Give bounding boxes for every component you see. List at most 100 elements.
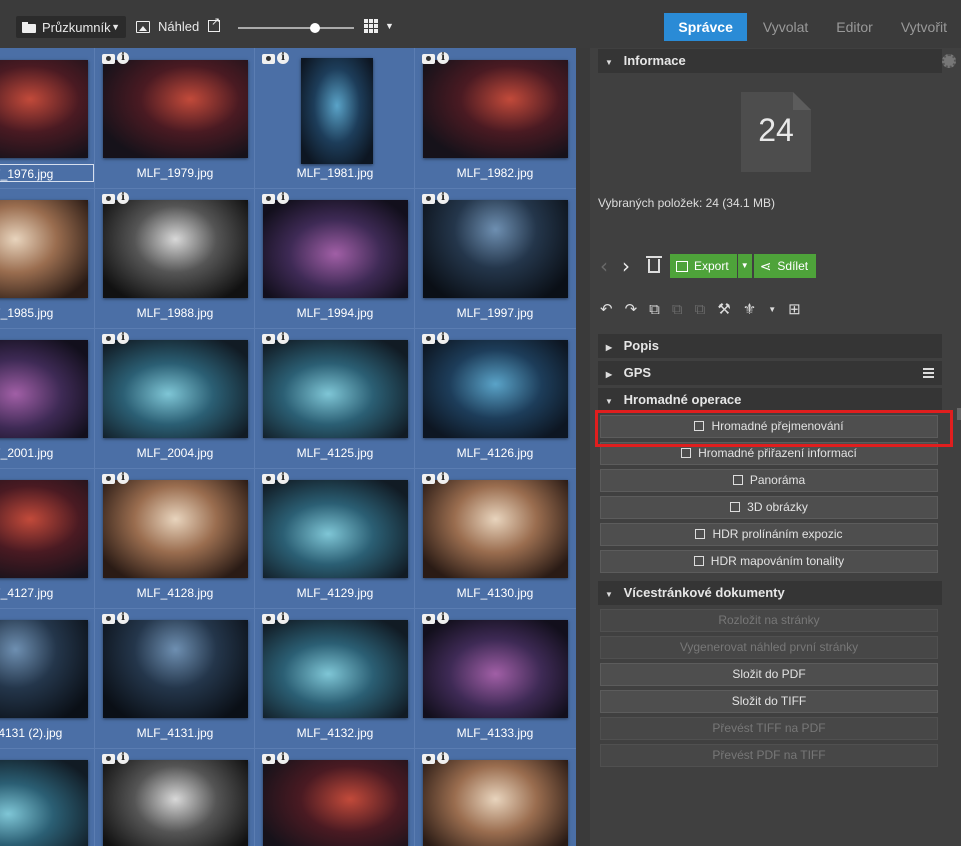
menu-icon[interactable]: [923, 368, 934, 378]
grid-view-icon[interactable]: [364, 19, 378, 33]
thumbnail-image[interactable]: [103, 620, 248, 718]
info-icon[interactable]: i: [437, 192, 449, 204]
thumbnail-cell[interactable]: iMLF_1985.jpg: [0, 188, 94, 326]
section-header-info[interactable]: ▼ Informace: [598, 49, 956, 73]
thumbnail-cell[interactable]: iMLF_4127.jpg: [0, 468, 94, 606]
tab-manage[interactable]: Správce: [664, 13, 747, 41]
panel-edge-handle[interactable]: [957, 408, 961, 420]
info-icon[interactable]: i: [117, 612, 129, 624]
thumbnail-size-slider[interactable]: [238, 27, 354, 29]
thumbnail-cell[interactable]: i MLF_4126.jpg: [416, 328, 574, 466]
info-icon[interactable]: i: [117, 192, 129, 204]
section-header-multipage[interactable]: ▼ Vícestránkové dokumenty: [598, 581, 942, 605]
panel-splitter[interactable]: [576, 48, 590, 846]
thumbnail-cell[interactable]: i MLF_1997.jpg: [416, 188, 574, 326]
thumbnail-image[interactable]: [263, 760, 408, 846]
thumbnail-image[interactable]: [103, 480, 248, 578]
preview-button[interactable]: Náhled: [136, 19, 199, 34]
tab-edit[interactable]: Editor: [822, 13, 887, 41]
thumbnail-image[interactable]: [0, 620, 88, 718]
thumbnail-image[interactable]: [0, 200, 88, 298]
thumbnail-cell[interactable]: i MLF_2004.jpg: [96, 328, 254, 466]
hdr-tonemap-button[interactable]: HDR mapováním tonality: [600, 550, 938, 573]
thumbnail-image[interactable]: [0, 60, 88, 158]
thumbnail-cell[interactable]: iMLF_1976.jpg: [0, 48, 94, 186]
info-icon[interactable]: i: [117, 752, 129, 764]
rotate-right-icon[interactable]: ↷: [625, 300, 638, 318]
hdr-exposure-button[interactable]: HDR prolínáním expozic: [600, 523, 938, 546]
thumbnail-image[interactable]: [423, 620, 568, 718]
section-header-gps[interactable]: ▶ GPS: [598, 361, 942, 385]
info-icon[interactable]: i: [277, 472, 289, 484]
info-icon[interactable]: i: [437, 472, 449, 484]
thumbnail-cell[interactable]: iMLF_2001.jpg: [0, 328, 94, 466]
trash-icon[interactable]: [646, 256, 662, 273]
section-header-popis[interactable]: ▶ Popis: [598, 334, 942, 358]
add-frame-icon[interactable]: ⊞: [788, 300, 801, 318]
thumbnail-image[interactable]: [103, 60, 248, 158]
chevron-right-icon[interactable]: ›: [622, 254, 644, 278]
thumbnail-cell[interactable]: i MLF_4125.jpg: [256, 328, 414, 466]
thumbnail-cell[interactable]: i MLF_1994.jpg: [256, 188, 414, 326]
thumbnail-image[interactable]: [0, 340, 88, 438]
info-icon[interactable]: i: [117, 332, 129, 344]
thumbnail-cell[interactable]: i MLF_1988.jpg: [96, 188, 254, 326]
thumbnail-cell[interactable]: i MLF_4130.jpg: [416, 468, 574, 606]
share-button[interactable]: ⋖ Sdílet: [753, 254, 817, 278]
thumbnail-image[interactable]: [103, 200, 248, 298]
compose-tiff-button[interactable]: Složit do TIFF: [600, 690, 938, 713]
tab-create[interactable]: Vytvořit: [887, 13, 961, 41]
info-icon[interactable]: i: [277, 752, 289, 764]
compose-pdf-button[interactable]: Složit do PDF: [600, 663, 938, 686]
thumbnail-image[interactable]: [0, 760, 88, 846]
chevron-down-icon[interactable]: ▼: [385, 21, 394, 31]
thumbnail-image[interactable]: [263, 340, 408, 438]
gear-icon[interactable]: [942, 54, 956, 68]
source-dropdown[interactable]: Průzkumník ▼: [16, 16, 126, 38]
thumbnail-image[interactable]: [103, 340, 248, 438]
magic-wand-icon[interactable]: ⚒: [717, 300, 730, 318]
panorama-button[interactable]: Panoráma: [600, 469, 938, 492]
info-icon[interactable]: i: [437, 332, 449, 344]
slider-handle[interactable]: [310, 23, 320, 33]
thumbnail-image[interactable]: [423, 480, 568, 578]
thumbnail-cell[interactable]: i MLF_1982.jpg: [416, 48, 574, 186]
copy-icon[interactable]: ⧉: [649, 301, 660, 318]
thumbnail-cell[interactable]: i: [0, 748, 94, 846]
tab-develop[interactable]: Vyvolat: [749, 13, 822, 41]
external-window-icon[interactable]: [208, 15, 220, 32]
thumbnail-cell[interactable]: i MLF_4133.jpg: [416, 608, 574, 746]
chevron-left-icon[interactable]: ‹: [600, 254, 622, 278]
thumbnail-image[interactable]: [423, 340, 568, 438]
thumbnail-cell[interactable]: i MLF_4129.jpg: [256, 468, 414, 606]
thumbnail-image[interactable]: [423, 200, 568, 298]
info-icon[interactable]: i: [437, 612, 449, 624]
info-icon[interactable]: i: [277, 332, 289, 344]
thumbnail-image[interactable]: [423, 60, 568, 158]
thumbnail-cell[interactable]: i: [416, 748, 574, 846]
info-icon[interactable]: i: [277, 52, 289, 64]
info-icon[interactable]: i: [117, 472, 129, 484]
thumbnail-cell[interactable]: i: [96, 748, 254, 846]
thumbnail-cell[interactable]: i MLF_1981.jpg: [256, 48, 414, 186]
thumbnail-cell[interactable]: i MLF_1979.jpg: [96, 48, 254, 186]
info-icon[interactable]: i: [277, 612, 289, 624]
rotate-left-icon[interactable]: ↶: [600, 300, 613, 318]
thumbnail-image[interactable]: [423, 760, 568, 846]
thumbnail-image[interactable]: [0, 480, 88, 578]
thumbnail-cell[interactable]: i MLF_4132.jpg: [256, 608, 414, 746]
section-header-batch[interactable]: ▼ Hromadné operace: [598, 388, 942, 412]
thumbnail-image[interactable]: [103, 760, 248, 846]
export-dropdown[interactable]: ▼: [737, 254, 752, 278]
3d-images-button[interactable]: 3D obrázky: [600, 496, 938, 519]
info-icon[interactable]: i: [277, 192, 289, 204]
thumbnail-cell[interactable]: i MLF_4131.jpg: [96, 608, 254, 746]
thumbnail-grid[interactable]: iMLF_1976.jpgiMLF_1979.jpgiMLF_1981.jpgi…: [0, 48, 576, 846]
thumbnail-image[interactable]: [301, 58, 373, 164]
thumbnail-image[interactable]: [263, 480, 408, 578]
chevron-down-icon[interactable]: ▼: [768, 305, 776, 314]
graduation-cap-icon[interactable]: ⚜: [743, 300, 756, 318]
info-icon[interactable]: i: [437, 752, 449, 764]
thumbnail-image[interactable]: [263, 200, 408, 298]
info-icon[interactable]: i: [117, 52, 129, 64]
